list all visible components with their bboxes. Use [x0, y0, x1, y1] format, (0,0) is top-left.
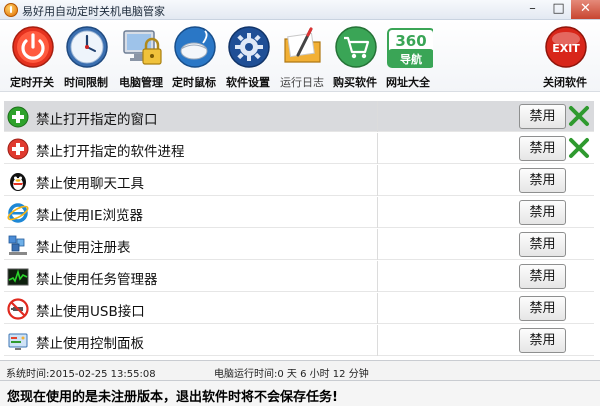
restriction-list: 禁止打开指定的窗口 禁用 禁止打开指定的软件进程 禁用 禁止使用聊天工具 禁用 …: [4, 101, 594, 357]
monitor-lock-icon: [123, 30, 162, 65]
disable-button[interactable]: 禁用: [519, 168, 566, 193]
row-label: 禁止使用IE浏览器: [36, 208, 144, 224]
remove-x-icon[interactable]: [568, 137, 590, 159]
add-green-icon: [7, 106, 29, 128]
system-time: 系统时间:2015-02-25 13:55:08: [6, 369, 156, 380]
power-button-icon: [12, 26, 54, 68]
row-label: 禁止使用USB接口: [36, 304, 145, 320]
add-red-icon: [7, 138, 29, 160]
app-power-icon: [4, 3, 18, 17]
list-item[interactable]: 禁止使用任务管理器 禁用: [4, 261, 594, 292]
clock-icon: [66, 26, 108, 68]
gear-icon: [228, 26, 270, 68]
status-bar: 系统时间:2015-02-25 13:55:08 电脑运行时间:0 天 6 小时…: [0, 360, 600, 380]
row-label: 禁止使用聊天工具: [36, 176, 144, 192]
disable-button[interactable]: 禁用: [519, 200, 566, 225]
exit-text: EXIT: [552, 42, 580, 55]
minimize-button[interactable]: –: [519, 0, 546, 19]
column-divider: [377, 229, 378, 260]
notice-text: 您现在使用的是未注册版本，退出软件时将不会保存任务!: [7, 390, 338, 405]
window-title: 易好用自动定时关机电脑管家: [22, 5, 165, 18]
column-divider: [377, 325, 378, 356]
row-label: 禁止打开指定的软件进程: [36, 144, 185, 160]
toolbar-exit[interactable]: EXIT 关闭软件: [537, 25, 593, 91]
remove-x-icon[interactable]: [568, 105, 590, 127]
usb-blocked-icon: [7, 298, 29, 320]
list-item[interactable]: 禁止使用IE浏览器 禁用: [4, 197, 594, 228]
nav360-icon: 360 导航: [387, 28, 433, 68]
list-item[interactable]: 禁止使用控制面板 禁用: [4, 325, 594, 356]
column-divider: [377, 133, 378, 164]
column-divider: [377, 101, 378, 132]
mouse-icon: [174, 26, 216, 68]
toolbar-label: 网址大全: [386, 76, 430, 89]
toolbar-nav-sites[interactable]: 360 导航 网址大全: [380, 25, 436, 91]
disable-button[interactable]: 禁用: [519, 328, 566, 353]
close-button[interactable]: ✕: [571, 0, 600, 19]
shopping-cart-icon: [335, 26, 377, 68]
task-manager-icon: [7, 268, 29, 286]
maximize-button[interactable]: □: [545, 0, 572, 19]
control-panel-icon: [8, 333, 28, 350]
registry-cubes-icon: [8, 235, 27, 255]
row-label: 禁止打开指定的窗口: [36, 112, 158, 128]
disable-button[interactable]: 禁用: [519, 264, 566, 289]
row-label: 禁止使用注册表: [36, 240, 131, 256]
disable-button[interactable]: 禁用: [519, 104, 566, 129]
toolbar-time-limit[interactable]: 时间限制: [58, 25, 114, 91]
row-label: 禁止使用控制面板: [36, 336, 144, 352]
list-item[interactable]: 禁止打开指定的软件进程 禁用: [4, 133, 594, 164]
ie-browser-icon: [7, 203, 29, 223]
list-item[interactable]: 禁止使用聊天工具 禁用: [4, 165, 594, 196]
list-item[interactable]: 禁止使用注册表 禁用: [4, 229, 594, 260]
title-bar[interactable]: 易好用自动定时关机电脑管家 – □ ✕: [0, 0, 600, 20]
column-divider: [377, 165, 378, 196]
unregistered-notice: 您现在使用的是未注册版本，退出软件时将不会保存任务!: [0, 380, 600, 406]
column-divider: [377, 197, 378, 228]
app-window: 易好用自动定时关机电脑管家 – □ ✕ 定时开关 时间限制 电脑管理 定时鼠标 …: [0, 0, 600, 406]
nav360-number: 360: [395, 32, 426, 50]
disable-button[interactable]: 禁用: [519, 136, 566, 161]
toolbar-label: 关闭软件: [543, 76, 587, 89]
list-item[interactable]: 禁止使用USB接口 禁用: [4, 293, 594, 324]
uptime: 电脑运行时间:0 天 6 小时 12 分钟: [214, 369, 369, 380]
column-divider: [377, 293, 378, 324]
nav360-subtext: 导航: [400, 52, 422, 66]
qq-penguin-icon: [10, 173, 26, 191]
list-item[interactable]: 禁止打开指定的窗口 禁用: [4, 101, 594, 132]
row-label: 禁止使用任务管理器: [36, 272, 158, 288]
disable-button[interactable]: 禁用: [519, 296, 566, 321]
disable-button[interactable]: 禁用: [519, 232, 566, 257]
toolbar: 定时开关 时间限制 电脑管理 定时鼠标 软件设置 运行日志 购买软件 360 导…: [0, 20, 600, 92]
folder-pen-icon: [284, 27, 321, 63]
column-divider: [377, 261, 378, 292]
exit-icon: EXIT: [545, 26, 587, 68]
